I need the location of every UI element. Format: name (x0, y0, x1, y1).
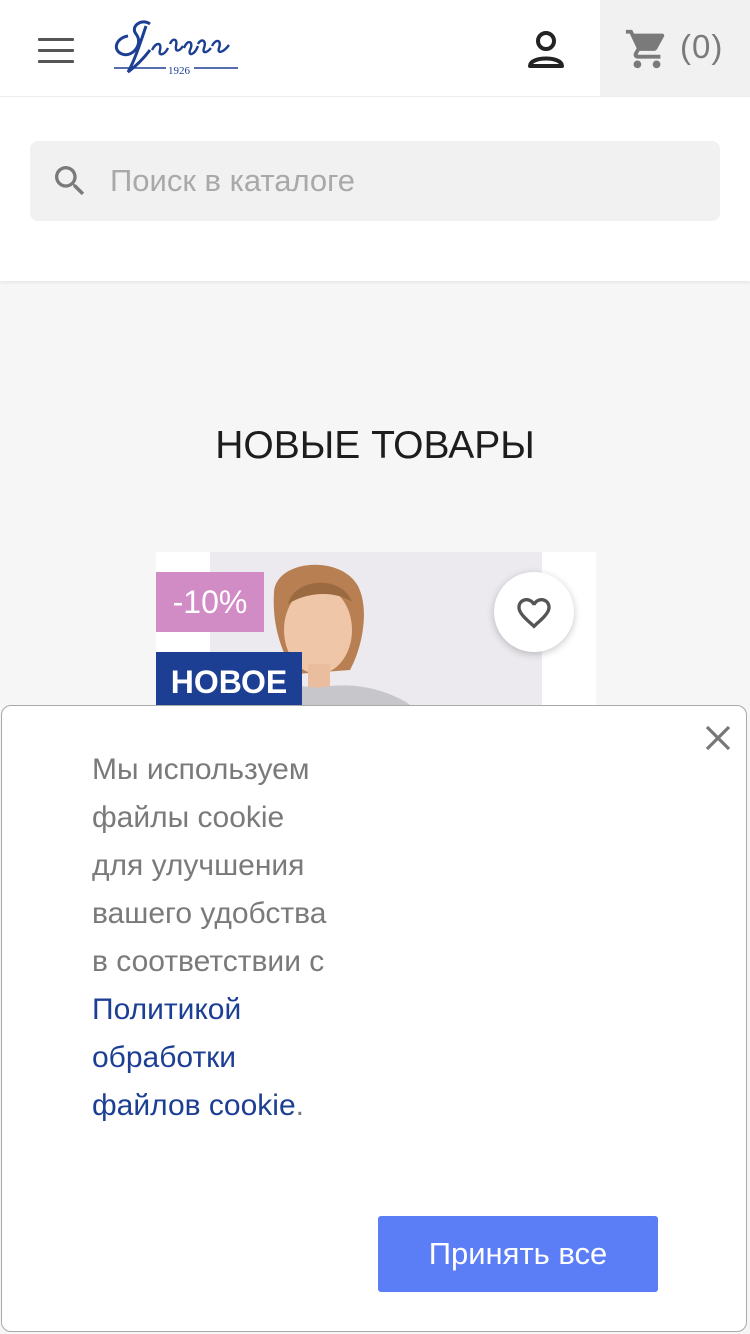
section-title: НОВЫЕ ТОВАРЫ (215, 424, 535, 467)
cart-count: (0) (680, 28, 724, 65)
search-icon[interactable] (50, 161, 90, 201)
discount-badge: -10% (156, 572, 264, 632)
menu-icon-bar (38, 60, 74, 63)
search-box (30, 141, 720, 221)
user-icon[interactable] (522, 26, 570, 74)
menu-icon-bar (38, 49, 74, 52)
close-icon[interactable] (702, 722, 734, 754)
cart-icon (625, 29, 665, 69)
cookie-policy-link[interactable]: Политикой обработки файлов cookie (92, 993, 296, 1122)
heart-icon (517, 598, 551, 629)
accept-all-button[interactable]: Принять все (378, 1216, 658, 1292)
search-input[interactable] (108, 141, 700, 221)
menu-icon-bar (38, 38, 74, 41)
search-bar-container (0, 96, 750, 281)
brand-logo[interactable]: 1926 (110, 14, 240, 84)
new-badge: НОВОЕ (156, 652, 302, 712)
svg-text:1926: 1926 (168, 65, 191, 77)
wishlist-button[interactable] (494, 572, 574, 652)
cart-button[interactable]: (0) (600, 0, 750, 96)
menu-button[interactable] (38, 38, 74, 64)
cookie-text-prefix: Мы используем файлы cookie для улучшения… (92, 753, 327, 978)
cookie-text-suffix: . (295, 1089, 304, 1122)
cookie-message: Мы используем файлы cookie для улучшения… (92, 746, 328, 1130)
cookie-banner: Мы используем файлы cookie для улучшения… (1, 705, 747, 1332)
site-header: 1926 (0) (0, 0, 750, 96)
